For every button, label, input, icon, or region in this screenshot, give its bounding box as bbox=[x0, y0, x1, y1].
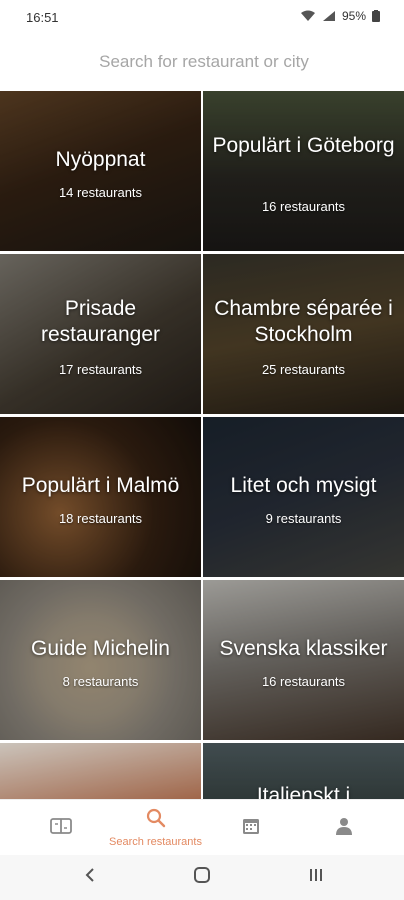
collection-title: Chambre séparée i Stockholm bbox=[214, 297, 393, 346]
nav-profile[interactable] bbox=[293, 800, 394, 856]
collection-title: Populärt i Malmö bbox=[21, 474, 180, 497]
collection-tile-svenska[interactable]: Svenska klassiker 16 restaurants bbox=[203, 580, 404, 740]
nav-search[interactable]: Search restaurants bbox=[105, 800, 206, 856]
collection-title: Populärt i Göteborg bbox=[212, 134, 395, 157]
status-icons: 95% bbox=[300, 9, 380, 23]
collection-count: 18 restaurants bbox=[58, 511, 143, 526]
search-input[interactable] bbox=[0, 46, 404, 78]
collection-tile-partial[interactable] bbox=[0, 743, 201, 799]
nav-bookings[interactable] bbox=[10, 800, 111, 856]
collection-tile-italienskt[interactable]: Italienskt i bbox=[203, 743, 404, 799]
recents-icon bbox=[308, 867, 324, 888]
collection-tile-michelin[interactable]: Guide Michelin 8 restaurants bbox=[0, 580, 201, 740]
battery-icon bbox=[372, 10, 380, 22]
back-icon bbox=[84, 867, 96, 888]
collection-title: Guide Michelin bbox=[31, 637, 170, 660]
home-button[interactable] bbox=[172, 855, 232, 900]
collection-tile-malmo[interactable]: Populärt i Malmö 18 restaurants bbox=[0, 417, 201, 577]
nav-search-label: Search restaurants bbox=[109, 836, 202, 848]
collection-count: 16 restaurants bbox=[261, 199, 346, 214]
collection-count: 8 restaurants bbox=[62, 674, 139, 689]
search-icon bbox=[146, 808, 166, 833]
nav-calendar[interactable] bbox=[200, 800, 301, 856]
collection-tile-nyoppnat[interactable]: Nyöppnat 14 restaurants bbox=[0, 91, 201, 251]
status-time: 16:51 bbox=[26, 10, 59, 25]
battery-percent: 95% bbox=[341, 9, 366, 23]
status-bar: 16:51 95% bbox=[0, 0, 404, 34]
home-icon bbox=[193, 866, 211, 889]
collection-title: Svenska klassiker bbox=[219, 637, 388, 660]
collection-title: Nyöppnat bbox=[55, 148, 146, 171]
collection-tile-prisade[interactable]: Prisade restauranger 17 restaurants bbox=[0, 254, 201, 414]
calendar-icon bbox=[242, 817, 260, 840]
collection-count: 16 restaurants bbox=[261, 674, 346, 689]
profile-icon bbox=[335, 817, 353, 840]
collection-tile-litet[interactable]: Litet och mysigt 9 restaurants bbox=[203, 417, 404, 577]
collection-title: Italienskt i bbox=[256, 784, 351, 799]
collections-grid: Nyöppnat 14 restaurants Populärt i Göteb… bbox=[0, 91, 404, 799]
bookings-icon bbox=[49, 817, 72, 839]
collection-count: 14 restaurants bbox=[58, 185, 143, 200]
system-nav-bar bbox=[0, 855, 404, 900]
collection-title: Litet och mysigt bbox=[230, 474, 377, 497]
collection-count: 17 restaurants bbox=[58, 362, 143, 377]
signal-icon bbox=[322, 10, 336, 22]
wifi-icon bbox=[300, 10, 316, 22]
search-bar bbox=[0, 34, 404, 91]
collection-tile-chambre[interactable]: Chambre séparée i Stockholm 25 restauran… bbox=[203, 254, 404, 414]
collection-title: Prisade restauranger bbox=[40, 297, 161, 346]
bottom-nav: Search restaurants bbox=[0, 799, 404, 856]
collection-count: 9 restaurants bbox=[265, 511, 342, 526]
collection-count: 25 restaurants bbox=[261, 362, 346, 377]
collection-tile-goteborg[interactable]: Populärt i Göteborg 16 restaurants bbox=[203, 91, 404, 251]
back-button[interactable] bbox=[60, 855, 120, 900]
recents-button[interactable] bbox=[286, 855, 346, 900]
